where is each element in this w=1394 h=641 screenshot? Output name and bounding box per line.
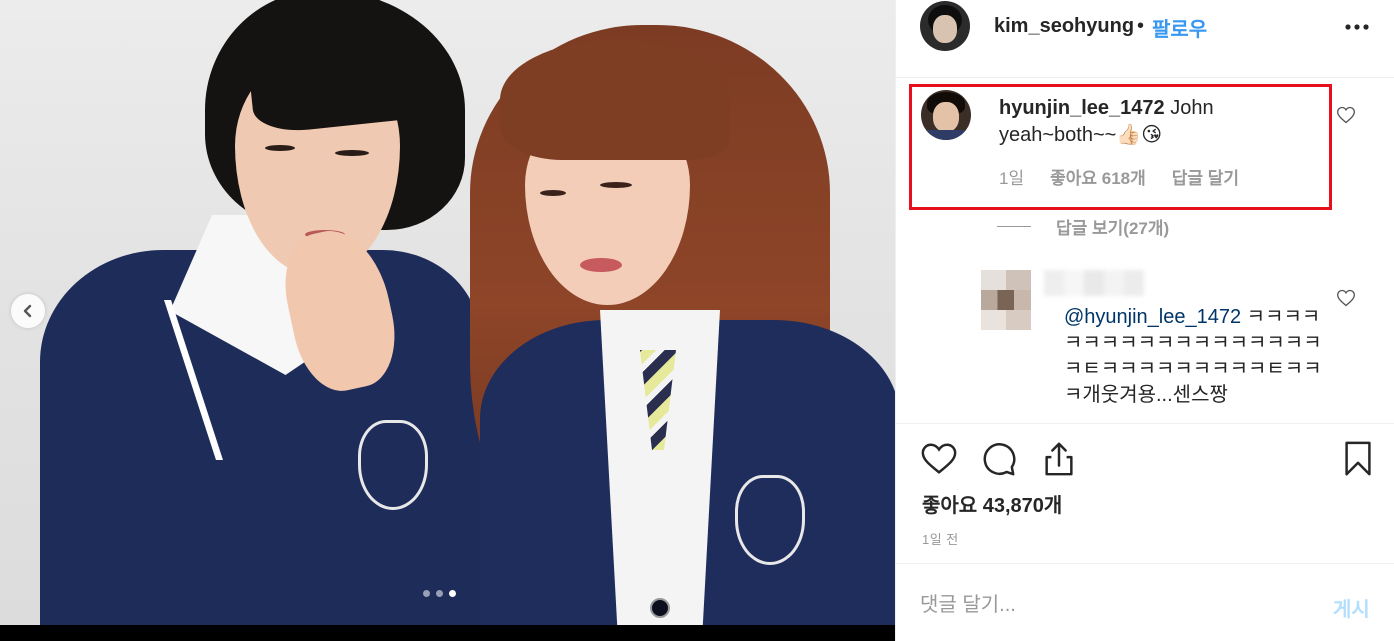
more-icon[interactable]: [1344, 14, 1370, 40]
post-actions: 좋아요 43,870개 1일 전: [896, 423, 1394, 563]
photo-bottom-bar: [0, 625, 895, 641]
comment-icon[interactable]: [980, 440, 1018, 478]
post-comment-button[interactable]: 게시: [1333, 593, 1370, 622]
comment-avatar[interactable]: [921, 90, 971, 140]
header-separator: •: [1137, 15, 1145, 37]
photo-figure-left-eye: [335, 150, 369, 156]
photo-figure-right-eye: [600, 182, 632, 188]
owner-avatar[interactable]: [920, 1, 970, 51]
add-comment-bar: 게시: [896, 563, 1394, 641]
photo-figure-right-eye: [540, 190, 566, 196]
carousel-dot-active: [449, 590, 456, 597]
post-side-panel: kim_seohyung • 팔로우 hyunjin_lee_1472 John…: [895, 0, 1394, 641]
view-replies-button[interactable]: 답글 보기(27개): [997, 214, 1169, 239]
photo-figure-left-crest: [358, 420, 428, 510]
photo-figure-right-fringe: [500, 40, 730, 160]
replies-divider: [997, 226, 1031, 227]
heart-outline-icon[interactable]: [1336, 288, 1356, 308]
view-replies-label: 답글 보기(27개): [1056, 219, 1170, 238]
comment-mention[interactable]: @hyunjin_lee_1472: [1064, 306, 1241, 328]
post-likes-count[interactable]: 좋아요 43,870개: [922, 489, 1062, 518]
follow-button[interactable]: 팔로우: [1152, 13, 1207, 42]
carousel-dot: [436, 590, 443, 597]
carousel-dot: [423, 590, 430, 597]
owner-username[interactable]: kim_seohyung: [994, 15, 1134, 38]
post-timestamp[interactable]: 1일 전: [922, 529, 959, 548]
comment-body: @hyunjin_lee_1472 ㅋㅋㅋㅋㅋㅋㅋㅋㅋㅋㅋㅋㅋㅋㅋㅋㅋㅋㅋㅌㅋㅋ…: [1064, 304, 1324, 408]
heart-outline-icon[interactable]: [1336, 105, 1356, 125]
reply-button[interactable]: 답글 달기: [1172, 164, 1239, 189]
carousel-indicator: [423, 590, 456, 597]
photo-figure-left-eye: [265, 145, 295, 151]
comment-username-blurred[interactable]: [1044, 270, 1144, 296]
photo-figure-right-button: [650, 598, 670, 618]
photo-figure-right-crest: [735, 475, 805, 565]
comment-avatar-blurred[interactable]: [981, 270, 1031, 330]
comment-meta: 1일 좋아요 618개 답글 달기: [999, 164, 1239, 189]
share-icon[interactable]: [1040, 440, 1078, 478]
post-photo[interactable]: [0, 0, 895, 625]
heart-outline-icon[interactable]: [920, 440, 958, 478]
post-header: kim_seohyung • 팔로우: [896, 0, 1394, 78]
chevron-left-icon: [23, 304, 32, 318]
comment-input[interactable]: [920, 588, 1300, 622]
carousel-prev-button[interactable]: [11, 294, 45, 328]
comment-username[interactable]: hyunjin_lee_1472: [999, 97, 1165, 119]
comment-time[interactable]: 1일: [999, 164, 1024, 189]
comments-list[interactable]: hyunjin_lee_1472 John yeah~both~~👍🏻😘 1일 …: [896, 78, 1394, 423]
comment-body: hyunjin_lee_1472 John yeah~both~~👍🏻😘: [999, 95, 1269, 149]
comment-likes[interactable]: 좋아요 618개: [1050, 164, 1146, 189]
bookmark-icon[interactable]: [1339, 440, 1377, 478]
photo-figure-right-lips: [580, 258, 622, 272]
